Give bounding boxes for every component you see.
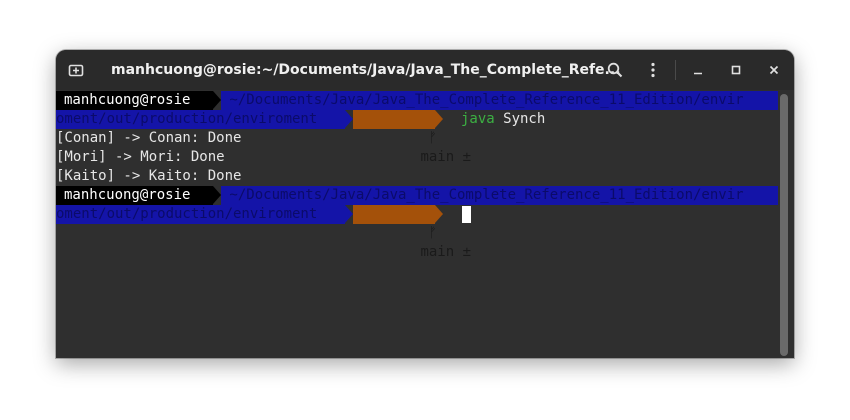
powerline-separator-icon [213,186,221,204]
terminal-content[interactable]: manhcuong@rosie ~/Documents/Java/Java_Th… [56,90,794,358]
close-icon [769,65,779,75]
powerline-separator-icon [435,205,443,223]
prompt-user-segment: manhcuong@rosie [56,186,213,205]
titlebar-separator [675,60,676,80]
powerline-separator-icon [435,110,443,128]
prompt-user-segment: manhcuong@rosie [56,91,213,110]
prompt-line: manhcuong@rosie ~/Documents/Java/Java_Th… [56,91,778,110]
prompt-line: manhcuong@rosie ~/Documents/Java/Java_Th… [56,186,778,205]
powerline-separator-icon [345,110,353,128]
prompt-path-segment: oment/out/production/enviroment [56,205,345,224]
vertical-scrollbar[interactable] [780,94,788,356]
maximize-icon [731,65,741,75]
menu-button[interactable] [639,56,667,84]
close-button[interactable] [760,56,788,84]
prompt-git-segment: ᚠ main ± [353,205,471,260]
command-text: java Synch [461,110,545,129]
prompt-path-segment: ~/Documents/Java/Java_The_Complete_Refer… [221,186,778,205]
window-title: manhcuong@rosie:~/Documents/Java/Java_Th… [111,62,621,78]
new-tab-icon [68,64,84,77]
command-args: Synch [494,111,546,127]
prompt-line: oment/out/production/enviroment ᚠ main ±… [56,110,778,165]
new-tab-button[interactable] [62,56,90,84]
search-button[interactable] [601,56,629,84]
minimize-icon [694,72,702,75]
output-line: [Kaito] -> Kaito: Done [56,168,242,184]
git-branch-icon: ᚠ [428,130,437,146]
powerline-separator-icon [213,91,221,109]
git-branch-label: main ± [420,149,472,165]
powerline-separator-icon [345,205,353,223]
output-line: [Conan] -> Conan: Done [56,130,242,146]
prompt-path-segment: oment/out/production/enviroment [56,110,345,129]
terminal-cursor [462,206,471,223]
command-program: java [461,111,495,127]
prompt-path-segment: ~/Documents/Java/Java_The_Complete_Refer… [221,91,778,110]
terminal-window: manhcuong@rosie:~/Documents/Java/Java_Th… [56,50,794,358]
prompt-line: oment/out/production/enviroment ᚠ main ± [56,205,778,260]
prompt-git-segment: ᚠ main ± [353,110,471,165]
output-line: [Mori] -> Mori: Done [56,149,225,165]
kebab-menu-icon [651,62,655,78]
minimize-button[interactable] [684,56,712,84]
git-branch-icon: ᚠ [428,225,437,241]
maximize-button[interactable] [722,56,750,84]
git-branch-label: main ± [420,244,472,260]
titlebar: manhcuong@rosie:~/Documents/Java/Java_Th… [56,50,794,90]
search-icon [607,62,623,78]
